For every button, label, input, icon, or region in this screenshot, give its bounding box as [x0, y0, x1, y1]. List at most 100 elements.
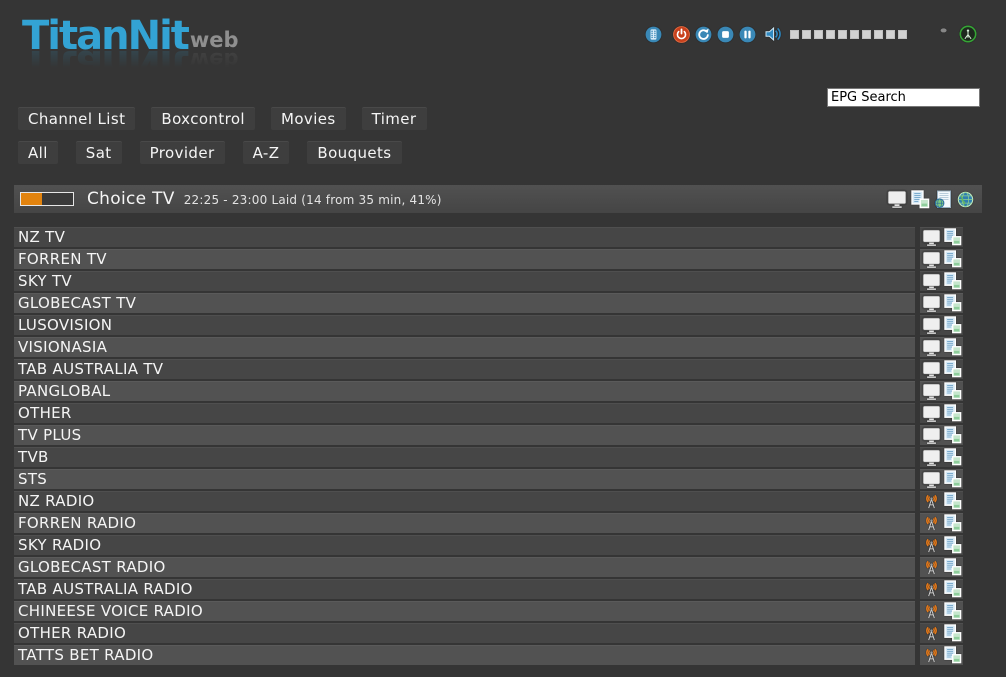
epg-icon[interactable]: [911, 190, 930, 209]
epg-icon[interactable]: [944, 580, 962, 598]
radio-icon[interactable]: [922, 647, 941, 664]
channel-name[interactable]: TATTS BET RADIO: [14, 645, 915, 665]
power-icon[interactable]: [673, 26, 690, 43]
stream-icon[interactable]: [959, 25, 977, 43]
channel-name[interactable]: LUSOVISION: [14, 315, 915, 335]
channel-name[interactable]: VISIONASIA: [14, 337, 915, 357]
remote-icon[interactable]: [645, 26, 662, 43]
tv-icon[interactable]: [887, 190, 907, 208]
tv-icon[interactable]: [922, 317, 941, 334]
epg-icon[interactable]: [944, 294, 962, 312]
channel-name[interactable]: OTHER: [14, 403, 915, 423]
volume-segment[interactable]: [826, 30, 835, 39]
channel-name[interactable]: SKY TV: [14, 271, 915, 291]
epg-icon[interactable]: [944, 404, 962, 422]
filter-bouquets-button[interactable]: Bouquets: [307, 141, 401, 164]
filter-provider-button[interactable]: Provider: [140, 141, 225, 164]
channel-row: FORREN TV: [14, 249, 963, 269]
epg-icon[interactable]: [944, 536, 962, 554]
volume-segment[interactable]: [838, 30, 847, 39]
tv-icon[interactable]: [922, 405, 941, 422]
webpage-icon[interactable]: [934, 190, 953, 209]
channel-name[interactable]: PANGLOBAL: [14, 381, 915, 401]
epg-icon[interactable]: [944, 272, 962, 290]
radio-icon[interactable]: [922, 493, 941, 510]
channel-name[interactable]: TAB AUSTRALIA TV: [14, 359, 915, 379]
tv-icon[interactable]: [922, 427, 941, 444]
tv-icon[interactable]: [922, 471, 941, 488]
epg-icon[interactable]: [944, 624, 962, 642]
volume-segment[interactable]: [874, 30, 883, 39]
volume-segment[interactable]: [790, 30, 799, 39]
volume-icon[interactable]: [764, 25, 784, 43]
radio-icon[interactable]: [922, 515, 941, 532]
tv-icon[interactable]: [922, 361, 941, 378]
channel-name[interactable]: TAB AUSTRALIA RADIO: [14, 579, 915, 599]
channel-name[interactable]: CHINEESE VOICE RADIO: [14, 601, 915, 621]
channel-name[interactable]: GLOBECAST TV: [14, 293, 915, 313]
volume-segment[interactable]: [862, 30, 871, 39]
radio-icon[interactable]: [922, 625, 941, 642]
epg-search-input[interactable]: [827, 88, 980, 107]
channel-row: NZ TV: [14, 227, 963, 247]
tv-icon[interactable]: [922, 339, 941, 356]
volume-segment[interactable]: [802, 30, 811, 39]
epg-icon[interactable]: [944, 316, 962, 334]
tv-icon[interactable]: [922, 251, 941, 268]
radio-icon[interactable]: [922, 559, 941, 576]
epg-icon[interactable]: [944, 360, 962, 378]
epg-icon[interactable]: [944, 382, 962, 400]
volume-segment[interactable]: [898, 30, 907, 39]
channel-name[interactable]: SKY RADIO: [14, 535, 915, 555]
nav-boxcontrol-button[interactable]: Boxcontrol: [151, 107, 255, 130]
volume-segment[interactable]: [814, 30, 823, 39]
epg-icon[interactable]: [944, 426, 962, 444]
channel-name[interactable]: TVB: [14, 447, 915, 467]
epg-icon[interactable]: [944, 448, 962, 466]
epg-icon[interactable]: [944, 338, 962, 356]
nav-movies-button[interactable]: Movies: [271, 107, 346, 130]
restart-icon[interactable]: [695, 26, 712, 43]
epg-icon[interactable]: [944, 492, 962, 510]
pause-icon[interactable]: [739, 26, 756, 43]
epg-icon[interactable]: [944, 470, 962, 488]
filter-nav: All Sat Provider A-Z Bouquets: [18, 141, 402, 164]
epg-icon[interactable]: [944, 602, 962, 620]
filter-sat-button[interactable]: Sat: [76, 141, 122, 164]
nav-channel-list-button[interactable]: Channel List: [18, 107, 135, 130]
tv-icon[interactable]: [922, 449, 941, 466]
channel-name[interactable]: NZ TV: [14, 227, 915, 247]
tv-icon[interactable]: [922, 383, 941, 400]
radio-icon[interactable]: [922, 603, 941, 620]
filter-az-button[interactable]: A-Z: [243, 141, 290, 164]
nav-timer-button[interactable]: Timer: [362, 107, 427, 130]
epg-icon[interactable]: [944, 646, 962, 664]
epg-icon[interactable]: [944, 514, 962, 532]
epg-icon[interactable]: [944, 558, 962, 576]
channel-row-actions: [920, 249, 963, 269]
channel-name[interactable]: NZ RADIO: [14, 491, 915, 511]
channel-row: GLOBECAST RADIO: [14, 557, 963, 577]
epg-icon[interactable]: [944, 228, 962, 246]
epg-icon[interactable]: [944, 250, 962, 268]
channel-row-actions: [920, 535, 963, 555]
channel-name[interactable]: OTHER RADIO: [14, 623, 915, 643]
tv-icon[interactable]: [922, 229, 941, 246]
radio-icon[interactable]: [922, 537, 941, 554]
globe-icon[interactable]: [957, 191, 974, 208]
channel-name[interactable]: STS: [14, 469, 915, 489]
stop-icon[interactable]: [717, 26, 734, 43]
volume-segment[interactable]: [886, 30, 895, 39]
channel-name[interactable]: FORREN RADIO: [14, 513, 915, 533]
tv-icon[interactable]: [922, 273, 941, 290]
tv-icon[interactable]: [922, 295, 941, 312]
channel-row-actions: [920, 645, 963, 665]
channel-name[interactable]: FORREN TV: [14, 249, 915, 269]
volume-segment[interactable]: [850, 30, 859, 39]
progress-fill: [21, 193, 42, 205]
radio-icon[interactable]: [922, 581, 941, 598]
volume-bar[interactable]: [790, 30, 907, 39]
filter-all-button[interactable]: All: [18, 141, 58, 164]
channel-name[interactable]: TV PLUS: [14, 425, 915, 445]
channel-name[interactable]: GLOBECAST RADIO: [14, 557, 915, 577]
